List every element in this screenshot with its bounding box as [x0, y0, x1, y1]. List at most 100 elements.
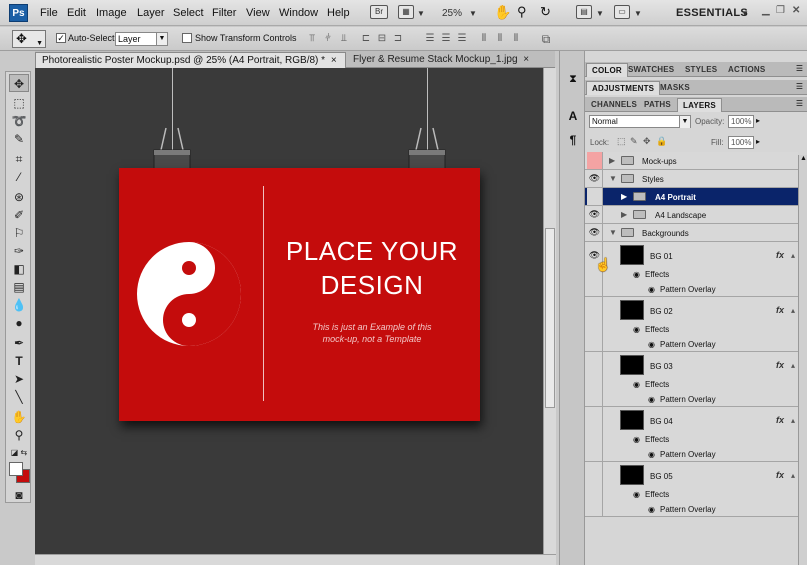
- type-tool-icon[interactable]: T: [9, 352, 29, 370]
- effect-eye-icon[interactable]: ◉: [648, 505, 655, 514]
- tab-masks[interactable]: MASKS: [655, 81, 695, 95]
- foreground-color-swatch[interactable]: [9, 462, 23, 476]
- effects-eye-icon[interactable]: ◉: [633, 490, 640, 499]
- layer-bg-03[interactable]: BG 03 fx ▴ ◉ Effects ◉ Pattern Overlay: [585, 352, 798, 407]
- tab-paths[interactable]: PATHS: [639, 98, 676, 112]
- minimize-icon[interactable]: ▁: [762, 5, 770, 16]
- document-canvas[interactable]: PLACE YOUR DESIGN This is just an Exampl…: [35, 68, 543, 554]
- menu-file[interactable]: File: [40, 7, 58, 19]
- chevron-down-icon[interactable]: ▼: [634, 9, 642, 18]
- paragraph-panel-icon[interactable]: ¶: [565, 133, 581, 151]
- visibility-toggle[interactable]: [587, 352, 603, 406]
- dodge-tool-icon[interactable]: ●: [9, 314, 29, 332]
- chevron-right-icon[interactable]: ▸: [756, 116, 760, 125]
- clone-stamp-tool-icon[interactable]: ⚐: [9, 224, 29, 242]
- tab-actions[interactable]: ACTIONS: [723, 63, 770, 77]
- view-extras-icon[interactable]: ▦: [398, 5, 414, 19]
- auto-select-dropdown[interactable]: Layer ▼: [115, 32, 168, 46]
- scroll-up-icon[interactable]: ▲: [800, 155, 807, 162]
- opacity-input[interactable]: 100%: [728, 115, 754, 128]
- fx-badge[interactable]: fx: [776, 360, 784, 370]
- marquee-tool-icon[interactable]: ⬚: [9, 94, 29, 112]
- effect-eye-icon[interactable]: ◉: [648, 395, 655, 404]
- auto-select-checkbox[interactable]: ✓: [56, 33, 66, 43]
- collapse-triangle-icon[interactable]: ▼: [609, 174, 617, 183]
- quick-mask-icon[interactable]: ◙: [9, 486, 29, 504]
- fx-badge[interactable]: fx: [776, 415, 784, 425]
- effects-toggle-icon[interactable]: ▴: [791, 416, 795, 425]
- tab-color[interactable]: COLOR: [586, 63, 628, 77]
- tab-styles[interactable]: STYLES: [680, 63, 722, 77]
- effect-eye-icon[interactable]: ◉: [648, 285, 655, 294]
- layer-bg-05[interactable]: BG 05 fx ▴ ◉ Effects ◉ Pattern Overlay: [585, 462, 798, 517]
- blur-tool-icon[interactable]: 💧: [9, 296, 29, 314]
- align-left-icon[interactable]: ⊏: [360, 33, 372, 45]
- quick-selection-tool-icon[interactable]: ✎: [9, 130, 29, 148]
- menu-view[interactable]: View: [246, 7, 270, 19]
- menu-help[interactable]: Help: [327, 7, 350, 19]
- visibility-toggle[interactable]: [587, 462, 603, 516]
- distribute-bottom-icon[interactable]: ☰: [456, 33, 468, 45]
- vertical-scrollbar[interactable]: [543, 68, 556, 554]
- effect-eye-icon[interactable]: ◉: [648, 450, 655, 459]
- eye-icon[interactable]: 👁: [587, 170, 603, 187]
- eyedropper-tool-icon[interactable]: ⁄: [9, 168, 29, 186]
- close-tab-icon[interactable]: ×: [331, 55, 337, 66]
- character-panel-icon[interactable]: A: [565, 109, 581, 127]
- eraser-tool-icon[interactable]: ◧: [9, 260, 29, 278]
- scroll-thumb[interactable]: [545, 228, 555, 408]
- chevron-down-icon[interactable]: ▼: [741, 9, 749, 18]
- move-tool-icon[interactable]: ✥: [9, 74, 29, 92]
- effect-eye-icon[interactable]: ◉: [648, 340, 655, 349]
- fill-input[interactable]: 100%: [728, 136, 754, 149]
- close-icon[interactable]: ✕: [792, 5, 800, 16]
- collapse-triangle-icon[interactable]: ▼: [609, 228, 617, 237]
- hand-tool-icon[interactable]: ✋: [9, 408, 29, 426]
- restore-icon[interactable]: ❐: [776, 5, 785, 16]
- healing-brush-tool-icon[interactable]: ⊛: [9, 188, 29, 206]
- chevron-down-icon[interactable]: ▼: [417, 9, 425, 18]
- zoom-tool-icon[interactable]: ⚲: [517, 4, 527, 20]
- path-selection-tool-icon[interactable]: ➤: [9, 370, 29, 388]
- horizontal-scrollbar[interactable]: [35, 554, 556, 565]
- fx-badge[interactable]: fx: [776, 470, 784, 480]
- panel-menu-icon[interactable]: ☰: [796, 82, 803, 91]
- expand-triangle-icon[interactable]: ▶: [621, 192, 627, 201]
- brush-tool-icon[interactable]: ✐: [9, 206, 29, 224]
- panel-menu-icon[interactable]: ☰: [796, 99, 803, 108]
- bridge-button[interactable]: Br: [370, 5, 388, 19]
- pen-tool-icon[interactable]: ✒: [9, 334, 29, 352]
- lock-image-icon[interactable]: ✎: [630, 136, 638, 147]
- distribute-vcenter-icon[interactable]: ☰: [440, 33, 452, 45]
- eye-icon[interactable]: 👁: [587, 206, 603, 223]
- crop-tool-icon[interactable]: ⌗: [9, 150, 29, 168]
- fx-badge[interactable]: fx: [776, 250, 784, 260]
- menu-window[interactable]: Window: [279, 7, 318, 19]
- tab-flyer-resume[interactable]: Flyer & Resume Stack Mockup_1.jpg ×: [347, 52, 552, 68]
- visibility-toggle[interactable]: [587, 407, 603, 461]
- layer-bg-02[interactable]: BG 02 fx ▴ ◉ Effects ◉ Pattern Overlay: [585, 297, 798, 352]
- menu-select[interactable]: Select: [173, 7, 204, 19]
- align-hcenter-icon[interactable]: ⊟: [376, 33, 388, 45]
- chevron-right-icon[interactable]: ▸: [756, 137, 760, 146]
- layer-group-a4-landscape[interactable]: 👁 ▶ A4 Landscape: [585, 206, 798, 224]
- arrange-documents-icon[interactable]: ▤: [576, 5, 592, 19]
- effects-toggle-icon[interactable]: ▴: [791, 361, 795, 370]
- chevron-down-icon[interactable]: ▼: [469, 9, 477, 18]
- layer-group-mockups[interactable]: ▶ Mock-ups: [585, 152, 798, 170]
- visibility-toggle[interactable]: [587, 152, 603, 169]
- expand-triangle-icon[interactable]: ▶: [621, 210, 627, 219]
- tab-swatches[interactable]: SWATCHES: [623, 63, 679, 77]
- distribute-left-icon[interactable]: ⫴: [478, 33, 490, 45]
- history-panel-icon[interactable]: ⧗: [565, 73, 581, 91]
- visibility-toggle[interactable]: [587, 297, 603, 351]
- align-right-icon[interactable]: ⊐: [392, 33, 404, 45]
- lasso-tool-icon[interactable]: ➰: [9, 112, 29, 130]
- screen-mode-icon[interactable]: ▭: [614, 5, 630, 19]
- gradient-tool-icon[interactable]: ▤: [9, 278, 29, 296]
- align-bottom-icon[interactable]: ⫫: [338, 33, 350, 45]
- menu-filter[interactable]: Filter: [212, 7, 236, 19]
- effects-eye-icon[interactable]: ◉: [633, 270, 640, 279]
- move-tool-preset-icon[interactable]: ✥ ▼: [12, 30, 46, 48]
- layer-group-a4-portrait[interactable]: ▶ A4 Portrait: [585, 188, 798, 206]
